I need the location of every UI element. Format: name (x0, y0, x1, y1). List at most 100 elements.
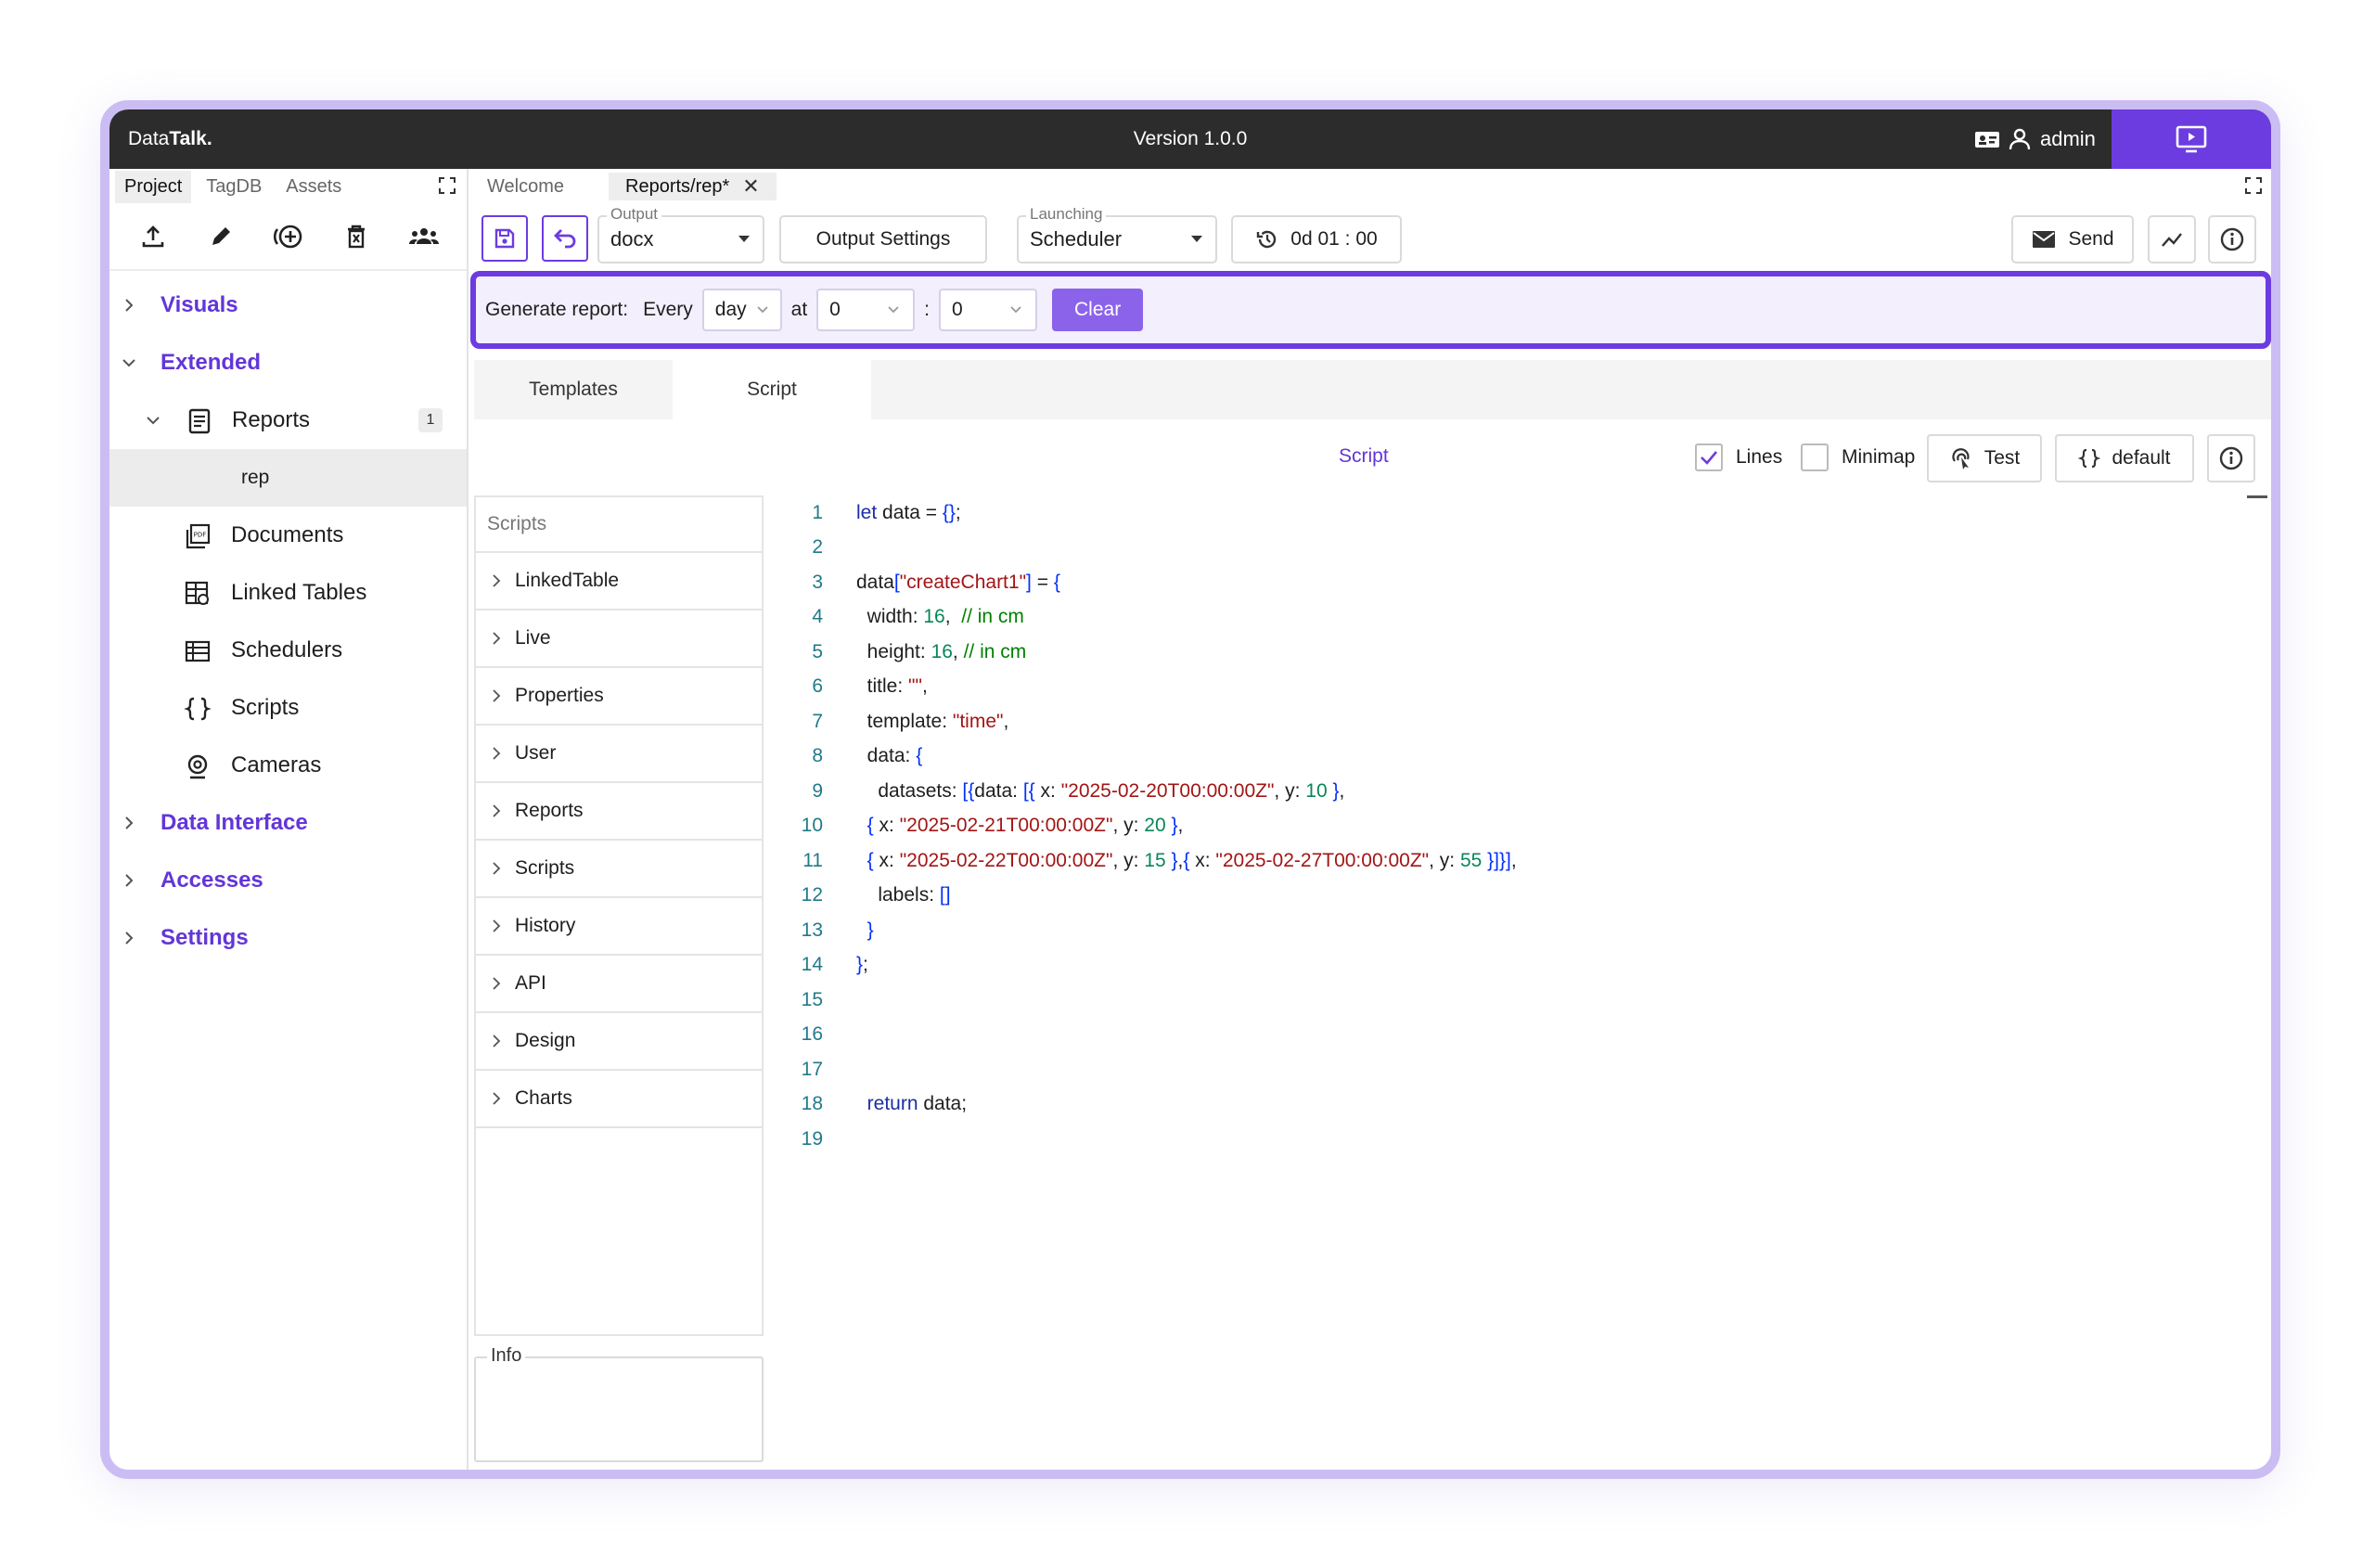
tree-scripts[interactable]: Scripts (109, 679, 467, 737)
tab-assets[interactable]: Assets (276, 171, 351, 203)
timer-button[interactable]: 0d 01 : 00 (1231, 215, 1402, 263)
output-format-select[interactable]: Output docx (597, 205, 764, 263)
script-category-item[interactable]: Properties (476, 668, 762, 726)
line-number: 18 (801, 1093, 823, 1114)
test-button[interactable]: Test (1927, 434, 2042, 482)
pencil-icon[interactable] (202, 218, 239, 255)
tab-welcome[interactable]: Welcome (470, 173, 581, 200)
script-category-item[interactable]: User (476, 726, 762, 783)
script-category-label: Reports (515, 800, 584, 821)
delete-icon[interactable] (338, 218, 375, 255)
script-info-button[interactable] (2207, 434, 2255, 482)
scripts-search[interactable]: Scripts (476, 495, 762, 553)
tree-data-interface[interactable]: Data Interface (109, 794, 467, 852)
line-number: 19 (801, 1127, 823, 1150)
braces-icon (2078, 448, 2101, 469)
info-button[interactable] (2208, 215, 2256, 263)
script-category-label: Design (515, 1030, 576, 1051)
presentation-button[interactable] (2112, 109, 2271, 169)
tree-reports[interactable]: Reports 1 (109, 392, 467, 449)
project-tree: Visuals Extended Reports 1 rep PDF Docum… (109, 271, 467, 967)
lines-checkbox[interactable]: Lines (1695, 443, 1782, 471)
tab-project[interactable]: Project (115, 170, 192, 203)
info-box: Info (474, 1345, 764, 1462)
chevron-right-icon (493, 919, 501, 932)
chart-button[interactable] (2148, 215, 2196, 263)
tab-reports-rep[interactable]: Reports/rep* ✕ (609, 173, 777, 200)
tab-templates[interactable]: Templates (474, 360, 673, 419)
editor-scrollbar[interactable] (2247, 495, 2267, 498)
script-category-item[interactable]: Design (476, 1013, 762, 1071)
script-category-item[interactable]: History (476, 898, 762, 956)
tree-linked-tables[interactable]: Linked Tables (109, 564, 467, 622)
id-card-icon[interactable] (1972, 124, 2002, 154)
script-category-label: User (515, 742, 557, 764)
check-icon (1701, 451, 1717, 465)
play-screen-icon (2176, 125, 2207, 153)
line-number: 3 (812, 571, 823, 593)
tree-documents[interactable]: PDF Documents (109, 507, 467, 564)
default-button[interactable]: default (2055, 434, 2194, 482)
script-category-item[interactable]: LinkedTable (476, 553, 762, 610)
scripts-list: Scripts LinkedTable Live Properties User Rep… (474, 495, 764, 1336)
checkbox-unchecked (1801, 443, 1829, 471)
chevron-right-icon (493, 747, 501, 760)
tab-script[interactable]: Script (673, 360, 871, 419)
period-select[interactable]: day (701, 289, 782, 331)
script-category-item[interactable]: Live (476, 610, 762, 668)
output-settings-button[interactable]: Output Settings (779, 215, 987, 263)
hour-select[interactable]: 0 (816, 289, 916, 331)
close-icon[interactable]: ✕ (742, 174, 759, 199)
user-name: admin (2040, 127, 2096, 150)
tree-accesses[interactable]: Accesses (109, 852, 467, 909)
minute-select[interactable]: 0 (939, 289, 1037, 331)
tree-cameras[interactable]: Cameras (109, 737, 467, 794)
code-editor[interactable]: 1 let data = {}; 2 3 data["createChart1"] = … (771, 495, 2271, 1470)
launching-select[interactable]: Launching Scheduler (1017, 205, 1217, 263)
line-number: 8 (812, 745, 823, 766)
report-toolbar: Output docx Output Settings Launching Sc… (470, 204, 2271, 271)
tree-rep[interactable]: rep (109, 449, 467, 507)
code-line: 11 { x: "2025-02-22T00:00:00Z", y: 15 },… (771, 843, 1517, 878)
chevron-down-icon (147, 417, 160, 425)
code-line: 4 width: 16, // in cm (771, 600, 1024, 635)
script-category-item[interactable]: Charts (476, 1071, 762, 1128)
code-line: 8 data: { (771, 739, 922, 774)
expand-icon[interactable] (2245, 177, 2262, 194)
code-line: 3 data["createChart1"] = { (771, 565, 1060, 599)
generate-report-bar: Generate report: Every day at 0 : 0 Clea… (470, 271, 2271, 349)
line-number: 15 (801, 988, 823, 1010)
script-category-label: History (515, 915, 576, 936)
group-icon[interactable] (405, 218, 443, 255)
clear-button[interactable]: Clear (1052, 289, 1144, 331)
tree-schedulers[interactable]: Schedulers (109, 622, 467, 679)
info-legend: Info (487, 1345, 526, 1367)
tree-settings[interactable]: Settings (109, 909, 467, 967)
tree-extended[interactable]: Extended (109, 334, 467, 392)
tab-tagdb[interactable]: TagDB (197, 171, 271, 203)
minimap-checkbox[interactable]: Minimap (1801, 443, 1915, 471)
script-category-label: Scripts (515, 857, 575, 879)
code-line: 17 (771, 1052, 823, 1086)
script-header: Script Lines Minimap Test default (474, 427, 2271, 488)
info-icon (2219, 446, 2243, 470)
line-number: 10 (801, 815, 823, 836)
add-circle-icon[interactable] (270, 218, 307, 255)
send-button[interactable]: Send (2011, 215, 2134, 263)
code-text: data["createChart1"] = { (856, 571, 1060, 593)
script-category-item[interactable]: Reports (476, 783, 762, 841)
save-button[interactable] (481, 215, 528, 262)
history-icon (1257, 230, 1277, 249)
line-number: 5 (812, 640, 823, 662)
undo-button[interactable] (542, 215, 588, 262)
tree-visuals[interactable]: Visuals (109, 276, 467, 334)
chevron-right-icon (125, 816, 134, 829)
expand-icon[interactable] (439, 177, 456, 194)
at-label: at (790, 299, 808, 320)
main-area: Welcome Reports/rep* ✕ Output docx Outpu… (470, 169, 2271, 1470)
period-value: day (714, 299, 747, 320)
upload-icon[interactable] (135, 218, 172, 255)
user-menu[interactable]: admin (2007, 126, 2096, 152)
script-category-item[interactable]: Scripts (476, 841, 762, 898)
script-category-item[interactable]: API (476, 956, 762, 1013)
